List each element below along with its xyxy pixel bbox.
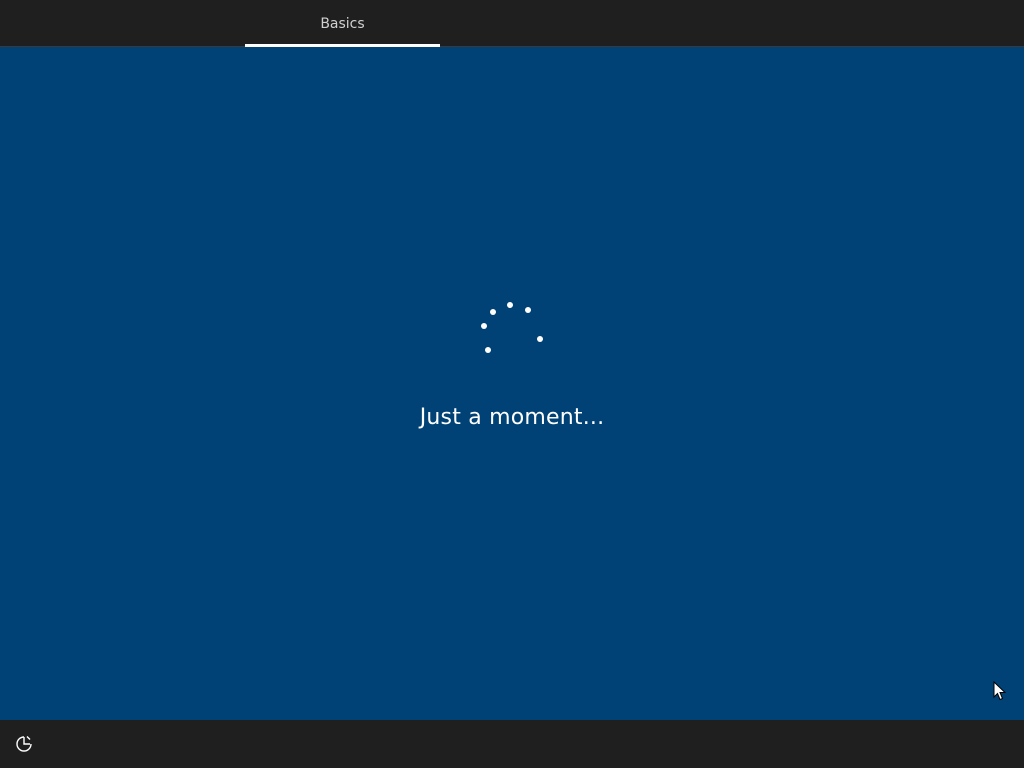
accessibility-icon[interactable] xyxy=(12,732,36,756)
spinner-dot xyxy=(481,323,487,329)
spinner-dot xyxy=(485,347,491,353)
tab-basics[interactable]: Basics xyxy=(245,0,440,47)
status-message: Just a moment... xyxy=(419,405,605,430)
bottom-bar xyxy=(0,720,1024,768)
spinner-dot xyxy=(490,309,496,315)
main-content xyxy=(0,47,1024,720)
spinner-dot xyxy=(507,302,513,308)
spinner-dot xyxy=(525,307,531,313)
top-bar: Basics xyxy=(0,0,1024,47)
spinner-dot xyxy=(537,336,543,342)
mouse-pointer-icon xyxy=(993,680,1007,701)
loading-spinner-icon xyxy=(476,295,548,359)
